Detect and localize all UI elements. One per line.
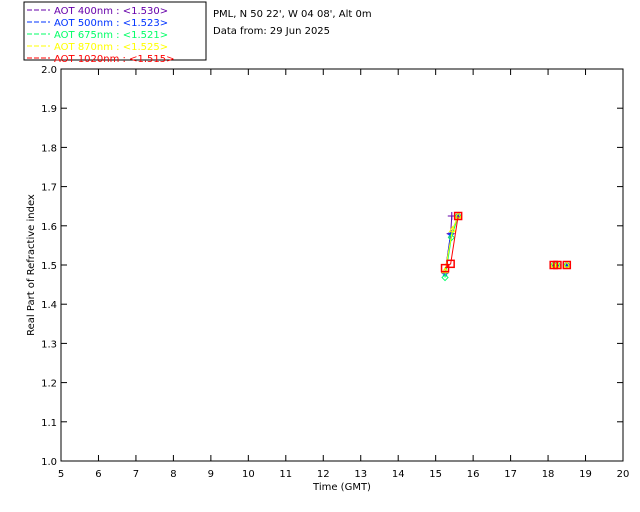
legend-entry: AOT 1020nm : <1.515> xyxy=(54,54,174,65)
legend-entry: AOT 400nm : <1.530> xyxy=(54,6,168,17)
legend-entry: AOT 500nm : <1.523> xyxy=(54,18,168,29)
x-tick-label: 15 xyxy=(429,469,442,480)
x-axis-label: Time (GMT) xyxy=(312,482,371,493)
y-tick-label: 1.8 xyxy=(41,143,57,154)
x-tick-label: 12 xyxy=(317,469,330,480)
y-axis-label: Real Part of Refractive index xyxy=(26,194,37,336)
x-tick-label: 8 xyxy=(170,469,176,480)
x-tick-label: 11 xyxy=(279,469,292,480)
y-tick-label: 1.3 xyxy=(41,339,57,350)
site-label: PML, N 50 22', W 04 08', Alt 0m xyxy=(213,9,372,20)
x-tick-label: 16 xyxy=(467,469,480,480)
y-tick-label: 1.0 xyxy=(41,457,57,468)
y-tick-label: 1.5 xyxy=(41,261,57,272)
plot-area xyxy=(60,68,624,462)
legend-entry: AOT 870nm : <1.525> xyxy=(54,42,168,53)
x-tick-label: 20 xyxy=(617,469,630,480)
x-tick-label: 9 xyxy=(208,469,214,480)
x-tick-label: 10 xyxy=(242,469,255,480)
x-tick-label: 6 xyxy=(95,469,101,480)
chart-svg: AOT 400nm : <1.530>AOT 500nm : <1.523>AO… xyxy=(23,1,630,493)
x-tick-label: 19 xyxy=(579,469,592,480)
date-label: Data from: 29 Jun 2025 xyxy=(213,26,330,37)
x-tick-label: 13 xyxy=(354,469,367,480)
y-tick-label: 1.9 xyxy=(41,104,57,115)
y-tick-label: 1.6 xyxy=(41,222,57,233)
y-tick-label: 2.0 xyxy=(41,65,57,76)
y-tick-label: 1.7 xyxy=(41,183,57,194)
y-tick-label: 1.1 xyxy=(41,418,57,429)
legend-entry: AOT 675nm : <1.521> xyxy=(54,30,168,41)
x-tick-label: 17 xyxy=(504,469,517,480)
x-tick-label: 7 xyxy=(133,469,139,480)
chart: AOT 400nm : <1.530> AOT 500nm : <1.523> AO… xyxy=(0,0,640,512)
y-tick-label: 1.4 xyxy=(41,300,57,311)
x-tick-label: 14 xyxy=(392,469,405,480)
y-tick-label: 1.2 xyxy=(41,379,57,390)
legend: AOT 400nm : <1.530>AOT 500nm : <1.523>AO… xyxy=(27,6,174,65)
x-tick-label: 18 xyxy=(542,469,555,480)
x-tick-label: 5 xyxy=(58,469,64,480)
